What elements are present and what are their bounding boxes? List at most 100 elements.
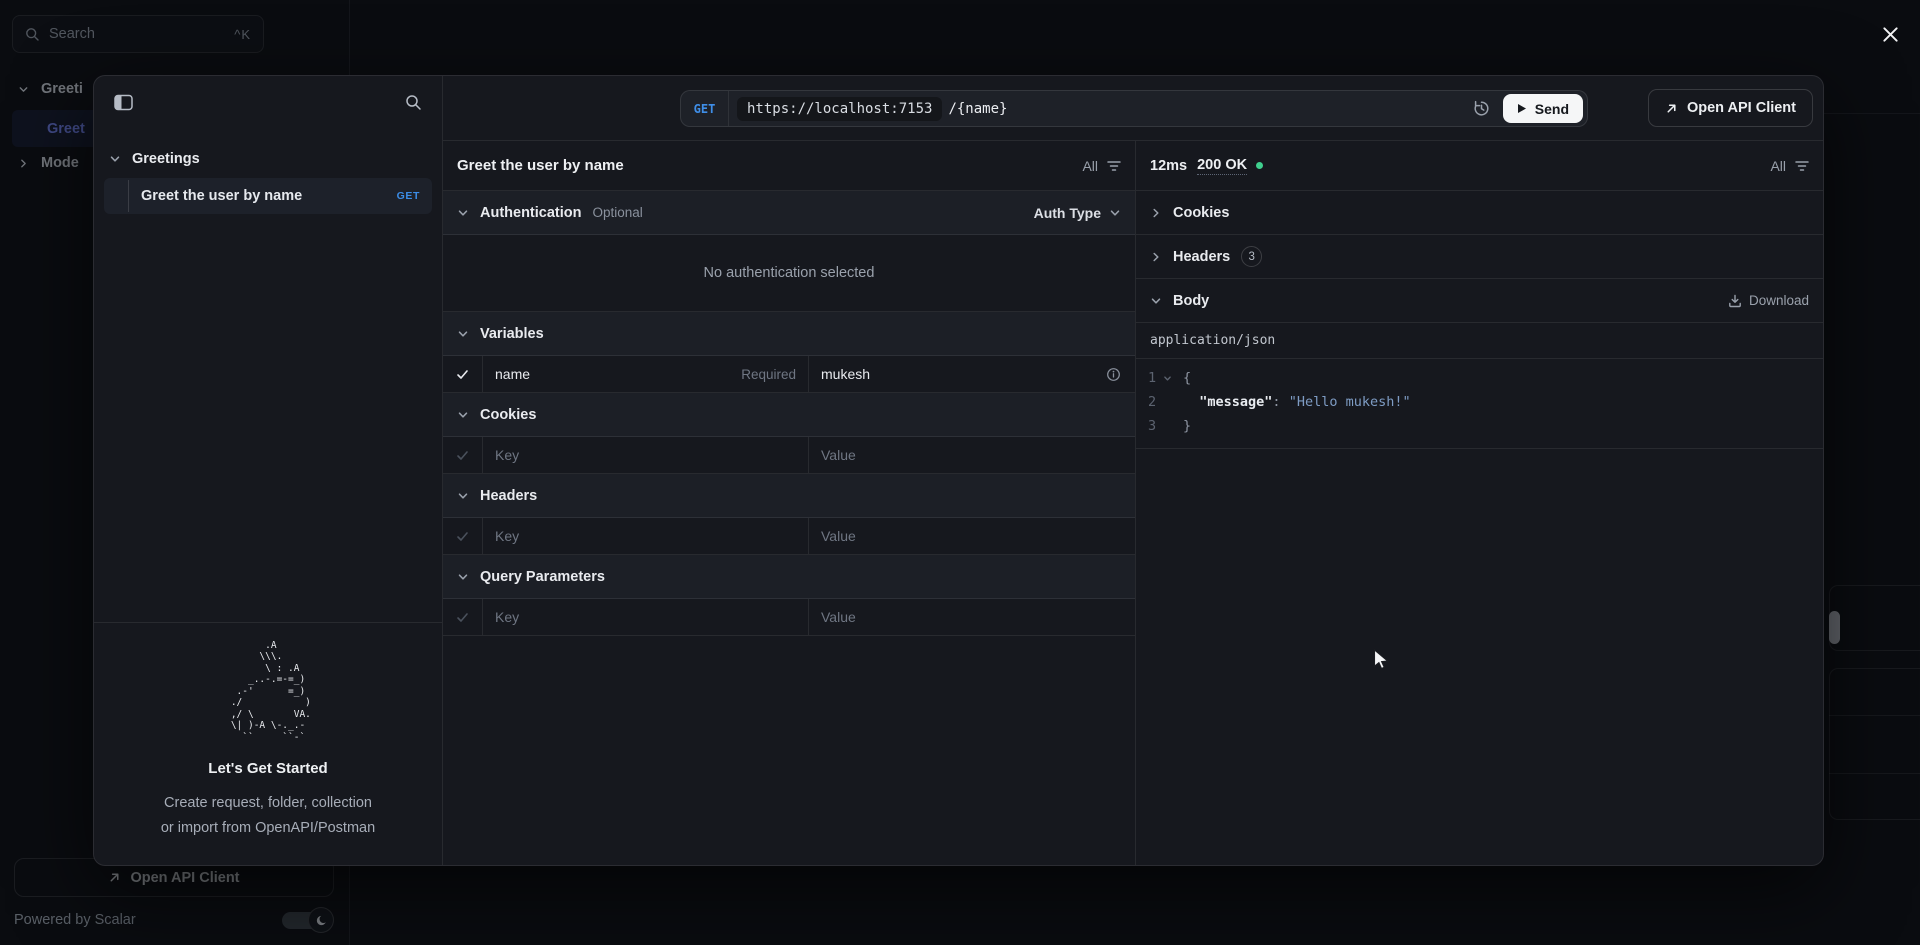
chevron-right-icon <box>1150 251 1162 263</box>
row-enabled-checkbox[interactable] <box>443 437 483 473</box>
section-variables[interactable]: Variables <box>443 312 1135 356</box>
close-modal-button[interactable] <box>1872 16 1908 52</box>
filter-icon <box>1107 160 1121 172</box>
response-section-cookies[interactable]: Cookies <box>1136 191 1823 235</box>
json-string-value: "Hello mukesh!" <box>1289 394 1411 410</box>
empty-state-description: Create request, folder, collection or im… <box>108 791 428 841</box>
history-button[interactable] <box>1469 96 1494 121</box>
response-panel-header: 12ms 200 OK All <box>1136 141 1823 191</box>
header-value-input[interactable] <box>821 528 1123 544</box>
cookie-key-input[interactable] <box>495 447 796 463</box>
variables-label: Variables <box>480 326 544 342</box>
code-line-2: 2 "message": "Hello mukesh!" <box>1136 390 1823 414</box>
query-param-value-cell <box>809 599 1135 635</box>
response-headers-label: Headers <box>1173 249 1230 265</box>
check-icon <box>456 368 469 381</box>
fold-chevron-icon[interactable] <box>1163 374 1183 383</box>
client-sidebar-topbar <box>94 76 442 128</box>
address-bar[interactable]: GET https://localhost:7153 /{name} Send <box>680 90 1588 127</box>
required-label: Required <box>741 367 796 382</box>
send-button[interactable]: Send <box>1503 94 1583 123</box>
section-headers[interactable]: Headers <box>443 474 1135 518</box>
variable-key: name <box>495 366 530 382</box>
variable-value-cell[interactable]: mukesh <box>809 356 1135 392</box>
variable-value: mukesh <box>821 366 870 382</box>
code-token: { <box>1183 370 1191 386</box>
empty-state-title: Let's Get Started <box>108 760 428 777</box>
http-method-label[interactable]: GET <box>681 91 729 126</box>
client-search-button[interactable] <box>401 90 426 115</box>
header-key-cell <box>483 518 809 554</box>
chevron-down-icon <box>457 328 469 340</box>
authentication-label: Authentication <box>480 205 582 221</box>
line-number: 2 <box>1148 394 1163 410</box>
cookie-row-empty <box>443 437 1135 474</box>
query-param-key-input[interactable] <box>495 609 796 625</box>
sidebar-toggle-button[interactable] <box>110 90 137 115</box>
response-status[interactable]: 200 OK <box>1197 157 1247 175</box>
auth-type-dropdown[interactable]: Auth Type <box>1034 205 1121 221</box>
chevron-right-icon <box>1150 207 1162 219</box>
no-auth-message: No authentication selected <box>443 235 1135 312</box>
row-enabled-checkbox[interactable] <box>443 356 483 392</box>
headers-label: Headers <box>480 488 537 504</box>
query-parameters-label: Query Parameters <box>480 569 605 585</box>
indent-guide <box>128 180 129 212</box>
close-icon <box>1881 25 1900 44</box>
rabbit-ascii-art: .A \\\. \ : .A _..-.=-=_) .-' =_) ./ ) ,… <box>225 640 311 744</box>
section-query-parameters[interactable]: Query Parameters <box>443 555 1135 599</box>
header-row-empty <box>443 518 1135 555</box>
response-section-headers[interactable]: Headers 3 <box>1136 235 1823 279</box>
request-filter[interactable]: All <box>1082 158 1121 174</box>
header-key-input[interactable] <box>495 528 796 544</box>
variable-row-name: name Required mukesh <box>443 356 1135 393</box>
header-value-cell <box>809 518 1135 554</box>
client-sidebar: Greetings Greet the user by name GET .A … <box>94 76 443 865</box>
row-enabled-checkbox[interactable] <box>443 599 483 635</box>
code-token: : <box>1272 394 1280 410</box>
query-param-key-cell <box>483 599 809 635</box>
sidebar-empty-state: .A \\\. \ : .A _..-.=-=_) .-' =_) ./ ) ,… <box>94 622 442 866</box>
section-authentication[interactable]: Authentication Optional Auth Type <box>443 191 1135 235</box>
panel-toggle-icon <box>114 94 133 111</box>
chevron-down-icon <box>457 409 469 421</box>
code-token: } <box>1183 418 1191 434</box>
path-segment[interactable]: /{name} <box>948 101 1007 117</box>
response-filter-label: All <box>1770 158 1786 174</box>
api-client-modal: Greetings Greet the user by name GET .A … <box>93 75 1824 866</box>
download-button[interactable]: Download <box>1728 293 1809 308</box>
response-body-code[interactable]: 1 { 2 "message": "Hello <box>1136 359 1823 449</box>
collection-group-greetings[interactable]: Greetings <box>94 144 442 174</box>
authentication-optional-badge: Optional <box>593 205 643 220</box>
base-url-segment[interactable]: https://localhost:7153 <box>737 97 942 121</box>
request-panel-header: Greet the user by name All <box>443 141 1135 191</box>
open-api-client-label: Open API Client <box>1687 100 1796 116</box>
status-success-dot <box>1256 162 1263 169</box>
auth-type-label: Auth Type <box>1034 205 1101 221</box>
cookie-value-input[interactable] <box>821 447 1123 463</box>
history-clock-icon <box>1473 100 1490 117</box>
response-filter[interactable]: All <box>1770 158 1809 174</box>
open-api-client-button[interactable]: Open API Client <box>1648 89 1813 127</box>
code-line-1: 1 { <box>1136 366 1823 390</box>
section-cookies[interactable]: Cookies <box>443 393 1135 437</box>
query-param-value-input[interactable] <box>821 609 1123 625</box>
arrow-up-right-icon <box>1665 102 1678 115</box>
check-icon <box>456 530 469 543</box>
variable-key-cell[interactable]: name Required <box>483 356 809 392</box>
response-section-body[interactable]: Body Download <box>1136 279 1823 323</box>
row-enabled-checkbox[interactable] <box>443 518 483 554</box>
response-content-type: application/json <box>1136 323 1823 359</box>
filter-icon <box>1795 160 1809 172</box>
request-item-greet-user[interactable]: Greet the user by name GET <box>104 178 432 214</box>
code-line-3: 3 } <box>1136 414 1823 438</box>
collection-group-label: Greetings <box>132 151 200 167</box>
download-icon <box>1728 294 1742 308</box>
info-button[interactable] <box>1104 365 1123 384</box>
download-label: Download <box>1749 293 1809 308</box>
chevron-down-icon <box>457 207 469 219</box>
request-item-label: Greet the user by name <box>141 188 302 204</box>
client-main: GET https://localhost:7153 /{name} Send … <box>443 76 1823 865</box>
line-number: 3 <box>1148 418 1163 434</box>
empty-state-line1: Create request, folder, collection <box>108 791 428 816</box>
